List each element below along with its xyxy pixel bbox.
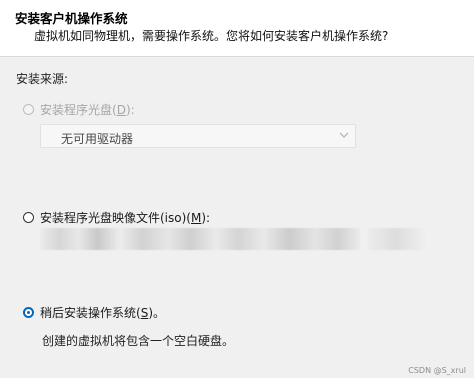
browse-button[interactable] xyxy=(368,228,430,250)
watermark: CSDN @S_xrul xyxy=(408,366,466,375)
radio-button-disc[interactable] xyxy=(23,104,34,115)
drive-select[interactable]: 无可用驱动器 xyxy=(40,124,356,148)
install-later-description: 创建的虚拟机将包含一个空白硬盘。 xyxy=(42,334,235,348)
install-source-label: 安装来源: xyxy=(16,72,69,86)
radio-label-disc: 安装程序光盘(D): xyxy=(40,103,135,117)
drive-select-value: 无可用驱动器 xyxy=(61,132,134,146)
radio-label-later: 稍后安装操作系统(S)。 xyxy=(40,306,165,320)
page-title: 安装客户机操作系统 xyxy=(15,11,128,26)
radio-option-installer-disc[interactable]: 安装程序光盘(D): xyxy=(23,101,135,118)
page-description: 虚拟机如同物理机，需要操作系统。您将如何安装客户机操作系统? xyxy=(34,29,389,43)
radio-button-later[interactable] xyxy=(23,307,34,318)
wizard-header: 安装客户机操作系统 虚拟机如同物理机，需要操作系统。您将如何安装客户机操作系统? xyxy=(0,0,474,57)
chevron-down-icon xyxy=(339,132,349,138)
radio-button-iso[interactable] xyxy=(23,212,34,223)
radio-option-install-later[interactable]: 稍后安装操作系统(S)。 xyxy=(23,304,165,321)
iso-path-input[interactable] xyxy=(40,228,360,250)
radio-label-iso: 安装程序光盘映像文件(iso)(M): xyxy=(40,211,211,225)
radio-option-iso-image[interactable]: 安装程序光盘映像文件(iso)(M): xyxy=(23,209,210,226)
